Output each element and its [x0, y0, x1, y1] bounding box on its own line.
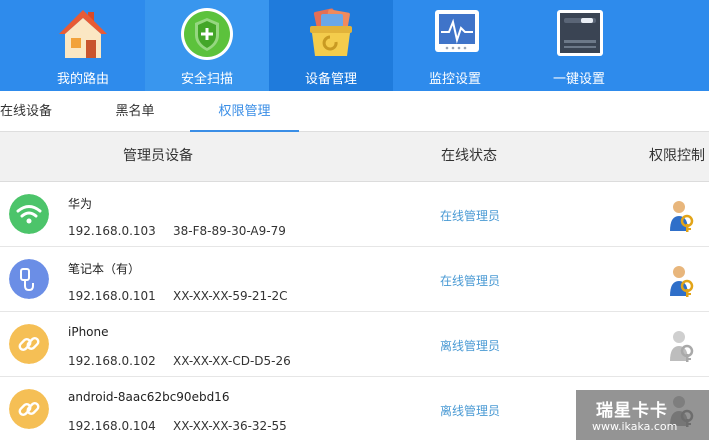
device-status: 在线管理员: [440, 209, 501, 223]
one-key-settings-icon: [557, 10, 603, 56]
device-status: 离线管理员: [440, 339, 501, 353]
column-header-status: 在线状态: [441, 148, 497, 164]
house-icon: [59, 10, 107, 58]
nav-label: 设备管理: [304, 72, 357, 87]
link-icon: [9, 389, 49, 429]
nav-label: 我的路由: [56, 72, 109, 87]
nav-item-security-scan[interactable]: 安全扫描: [145, 0, 269, 91]
device-ip: 192.168.0.104: [68, 419, 156, 433]
link-icon: [9, 324, 49, 364]
tab-permission-management[interactable]: 权限管理: [190, 91, 299, 132]
tab-blacklist[interactable]: 黑名单: [96, 91, 174, 132]
device-status: 在线管理员: [440, 274, 501, 288]
admin-key-icon[interactable]: [667, 199, 697, 233]
column-header-permission: 权限控制: [649, 148, 705, 164]
watermark-url: www.ikaka.com: [592, 420, 678, 433]
nav-label: 监控设置: [428, 72, 481, 87]
table-row: 笔记本（有） 192.168.0.101 XX-XX-XX-59-21-2C 在…: [0, 247, 709, 312]
shield-icon: [181, 8, 233, 60]
device-name: 华为: [68, 197, 93, 211]
device-mac: XX-XX-XX-CD-D5-26: [173, 354, 291, 368]
admin-key-icon[interactable]: [667, 329, 697, 363]
column-header-device: 管理员设备: [123, 148, 193, 164]
nav-item-device-management[interactable]: 设备管理: [269, 0, 393, 91]
table-row: 华为 192.168.0.103 38-F8-89-30-A9-79 在线管理员: [0, 182, 709, 247]
table-header: 管理员设备 在线状态 权限控制: [0, 132, 709, 182]
device-name: iPhone: [68, 325, 109, 339]
watermark-title: 瑞星卡卡: [596, 401, 668, 421]
monitor-icon: [435, 10, 479, 52]
device-ip: 192.168.0.103: [68, 224, 156, 238]
table-row: iPhone 192.168.0.102 XX-XX-XX-CD-D5-26 离…: [0, 312, 709, 377]
device-mac: 38-F8-89-30-A9-79: [173, 224, 286, 238]
tab-online-devices[interactable]: 在线设备: [0, 91, 56, 132]
nav-label: 一键设置: [552, 72, 605, 87]
device-name: android-8aac62bc90ebd16: [68, 390, 230, 404]
device-status: 离线管理员: [440, 404, 501, 418]
device-box-icon: [310, 8, 352, 56]
sub-tabs: 在线设备 黑名单 权限管理: [0, 91, 709, 132]
device-mac: XX-XX-XX-59-21-2C: [173, 289, 288, 303]
top-navigation: 我的路由 安全扫描 设备管理 监控设置 一键设置: [0, 0, 709, 91]
admin-key-icon[interactable]: [667, 264, 697, 298]
nav-item-one-key-settings[interactable]: 一键设置: [517, 0, 641, 91]
nav-item-my-router[interactable]: 我的路由: [21, 0, 145, 91]
nav-label: 安全扫描: [180, 72, 233, 87]
watermark: 瑞星卡卡 www.ikaka.com: [576, 390, 709, 440]
device-ip: 192.168.0.102: [68, 354, 156, 368]
nav-item-monitor-settings[interactable]: 监控设置: [393, 0, 517, 91]
device-ip: 192.168.0.101: [68, 289, 156, 303]
device-mac: XX-XX-XX-36-32-55: [173, 419, 287, 433]
wifi-icon: [9, 194, 49, 234]
ethernet-cable-icon: [9, 259, 49, 299]
device-name: 笔记本（有）: [68, 262, 141, 276]
